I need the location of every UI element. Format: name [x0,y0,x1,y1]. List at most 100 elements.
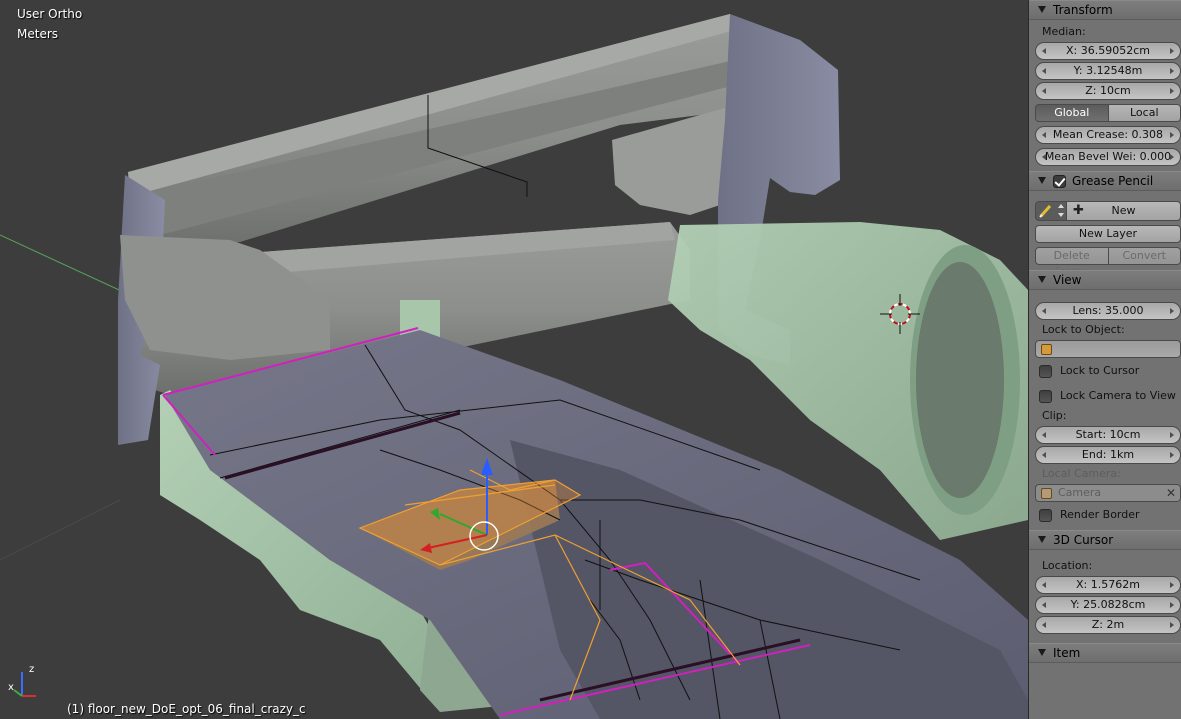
mean-crease-field[interactable]: Mean Crease: 0.308 [1035,126,1181,144]
decrement-arrow-icon[interactable] [1042,88,1046,94]
increment-arrow-icon[interactable] [1170,622,1174,628]
field-value: Z: 10cm [1085,84,1131,97]
increment-arrow-icon[interactable] [1170,582,1174,588]
grease-pencil-panel: ✚ New New Layer Delete Frame Convert [1029,191,1181,278]
decrement-arrow-icon[interactable] [1042,622,1046,628]
3d-viewport[interactable]: User Ortho Meters z x (1) floor_new_DoE_… [0,0,1028,719]
panel-title: Transform [1053,3,1113,17]
increment-arrow-icon[interactable] [1170,308,1174,314]
view-panel-header[interactable]: View [1029,270,1181,290]
cursor-x-field[interactable]: X: 1.5762m [1035,576,1181,594]
field-value: Start: 10cm [1075,428,1141,441]
field-value: Z: 2m [1091,618,1125,631]
convert-button[interactable]: Convert [1108,247,1181,265]
lock-to-object-label: Lock to Object: [1042,323,1125,336]
median-y-field[interactable]: Y: 3.12548m [1035,62,1181,80]
median-z-field[interactable]: Z: 10cm [1035,82,1181,100]
field-value: Lens: 35.000 [1072,304,1144,317]
x-axis-line [0,234,131,296]
field-value: Mean Crease: 0.308 [1052,128,1164,141]
cursor-z-field[interactable]: Z: 2m [1035,616,1181,634]
checkbox-label: Lock to Cursor [1060,364,1140,377]
grease-pencil-actions: Delete Frame Convert [1035,247,1181,278]
panel-title: Grease Pencil [1072,174,1154,188]
grease-pencil-panel-header[interactable]: Grease Pencil [1029,171,1181,191]
increment-arrow-icon[interactable] [1170,88,1174,94]
global-toggle[interactable]: Global [1035,104,1109,122]
checkbox-box[interactable] [1039,365,1052,378]
pencil-icon[interactable] [1035,201,1067,221]
item-panel-header[interactable]: Item [1029,643,1181,663]
3d-cursor-panel: Location: X: 1.5762m Y: 25.0828cm Z: 2m [1029,550,1181,639]
axis-orientation-icon: z x [8,664,36,697]
axis-label-z: z [29,664,34,675]
field-value: Y: 25.0828cm [1070,598,1146,611]
panel-title: Item [1053,646,1081,660]
field-value: End: 1km [1081,448,1135,461]
field-value: Mean Bevel Wei: 0.000 [1044,150,1172,163]
object-cube-icon [1041,344,1052,355]
panel-title: View [1053,273,1082,287]
view-name-label: User Ortho [17,7,83,21]
decrement-arrow-icon[interactable] [1042,154,1046,160]
mean-bevel-weight-field[interactable]: Mean Bevel Wei: 0.000 [1035,148,1181,166]
units-label: Meters [17,27,59,41]
lock-object-field[interactable] [1035,340,1181,358]
increment-arrow-icon[interactable] [1170,602,1174,608]
new-layer-button[interactable]: New Layer [1035,225,1181,243]
decrement-arrow-icon[interactable] [1042,132,1046,138]
transform-panel-header[interactable]: Transform [1029,0,1181,20]
increment-arrow-icon[interactable] [1170,68,1174,74]
grease-pencil-enable-checkbox[interactable] [1053,175,1066,188]
collapse-triangle-icon [1038,177,1046,184]
new-grease-pencil-button[interactable]: ✚ New [1067,201,1181,221]
lens-field[interactable]: Lens: 35.000 [1035,302,1181,320]
3d-cursor-panel-header[interactable]: 3D Cursor [1029,530,1181,550]
checkbox-box[interactable] [1039,390,1052,403]
decrement-arrow-icon[interactable] [1042,308,1046,314]
decrement-arrow-icon[interactable] [1042,602,1046,608]
collapse-triangle-icon [1038,6,1046,13]
panel-title: 3D Cursor [1053,533,1114,547]
collapse-triangle-icon [1038,649,1046,656]
checkbox-box[interactable] [1039,509,1052,522]
lock-camera-to-view-checkbox[interactable]: Lock Camera to View [1029,386,1181,406]
transform-panel: Median: X: 36.59052cm Y: 3.12548m Z: 10c… [1029,20,1181,171]
lock-to-cursor-checkbox[interactable]: Lock to Cursor [1029,361,1181,381]
field-value: Y: 3.12548m [1073,64,1143,77]
field-value: X: 1.5762m [1076,578,1140,591]
checkbox-label: Render Border [1060,508,1140,521]
increment-arrow-icon[interactable] [1170,48,1174,54]
viewport-scene[interactable] [0,0,1028,719]
axis-label-x: x [8,682,14,693]
button-label: New [1111,204,1136,217]
grease-pencil-datablock: ✚ New [1035,201,1181,221]
increment-arrow-icon[interactable] [1170,452,1174,458]
field-value: X: 36.59052cm [1066,44,1150,57]
median-x-field[interactable]: X: 36.59052cm [1035,42,1181,60]
cursor-y-field[interactable]: Y: 25.0828cm [1035,596,1181,614]
field-placeholder: Camera [1058,486,1102,499]
increment-arrow-icon[interactable] [1170,132,1174,138]
delete-frame-button[interactable]: Delete Frame [1035,247,1109,278]
increment-arrow-icon[interactable] [1170,154,1174,160]
decrement-arrow-icon[interactable] [1042,432,1046,438]
clip-start-field[interactable]: Start: 10cm [1035,426,1181,444]
decrement-arrow-icon[interactable] [1042,68,1046,74]
collapse-triangle-icon [1038,276,1046,283]
clip-end-field[interactable]: End: 1km [1035,446,1181,464]
increment-arrow-icon[interactable] [1170,432,1174,438]
render-border-checkbox[interactable]: Render Border [1029,505,1181,525]
properties-sidebar: Transform Median: X: 36.59052cm Y: 3.125… [1028,0,1181,719]
view-panel: Lens: 35.000 Lock to Object: Lock to Cur… [1029,290,1181,530]
clear-icon[interactable]: ✕ [1166,485,1176,501]
local-toggle[interactable]: Local [1108,104,1181,122]
location-label: Location: [1042,559,1093,572]
plus-icon: ✚ [1073,203,1084,218]
median-label: Median: [1042,25,1086,38]
decrement-arrow-icon[interactable] [1042,452,1046,458]
local-camera-field[interactable]: Camera ✕ [1035,484,1181,502]
decrement-arrow-icon[interactable] [1042,582,1046,588]
space-toggle: Global Local [1035,104,1181,122]
decrement-arrow-icon[interactable] [1042,48,1046,54]
